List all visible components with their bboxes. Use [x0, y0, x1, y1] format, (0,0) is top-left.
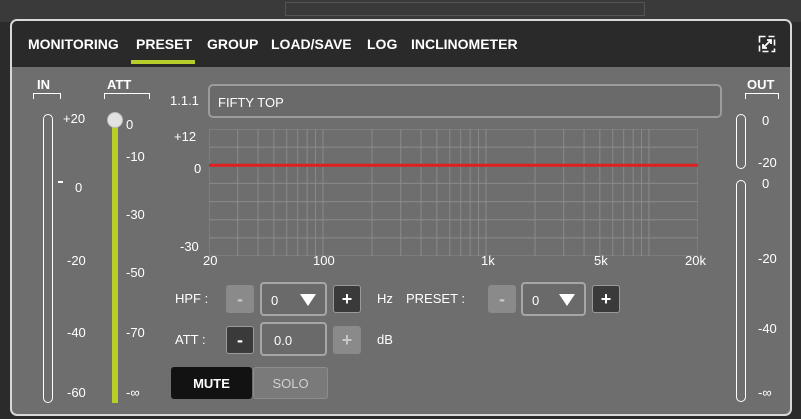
preset-decrease-button[interactable]: -: [488, 285, 516, 313]
hpf-decrease-button[interactable]: -: [226, 285, 254, 313]
in-scale-label: +20: [63, 111, 86, 126]
out-scale-label: -40: [758, 321, 777, 336]
att-increase-button[interactable]: +: [333, 326, 361, 354]
preset-label: PRESET :: [406, 291, 466, 306]
in-meter-title: IN: [37, 77, 50, 92]
att-label: ATT :: [175, 332, 206, 347]
preset-increase-button[interactable]: +: [592, 285, 620, 313]
att-scale-label: -50: [126, 265, 145, 280]
out-level-meter-lower: [736, 180, 746, 402]
att-scale-label: -10: [126, 149, 145, 164]
graph-y-label: 0: [194, 161, 202, 176]
hpf-unit: Hz: [377, 291, 393, 306]
tab-load-save[interactable]: LOAD/SAVE: [271, 36, 352, 52]
mute-button[interactable]: MUTE: [171, 367, 252, 399]
in-meter-zero-tick: [58, 181, 63, 183]
hpf-label: HPF :: [175, 291, 209, 306]
tab-inclinometer[interactable]: INCLINOMETER: [411, 36, 518, 52]
in-scale-label: -60: [67, 385, 86, 400]
channel-name: FIFTY TOP: [218, 95, 284, 110]
solo-button[interactable]: SOLO: [253, 367, 328, 399]
tab-monitoring[interactable]: MONITORING: [28, 36, 119, 52]
hpf-dropdown[interactable]: 0: [260, 282, 327, 316]
out-scale-label: -∞: [758, 385, 772, 400]
att-fader-bracket: [104, 93, 150, 99]
channel-name-field[interactable]: FIFTY TOP: [208, 84, 722, 118]
att-scale-label: -70: [126, 325, 145, 340]
tab-preset[interactable]: PRESET: [136, 36, 192, 52]
out-scale-label: 0: [762, 176, 770, 191]
in-scale-label: -40: [67, 325, 86, 340]
background-window-frame: [285, 2, 645, 16]
caret-down-icon: [300, 294, 316, 306]
att-scale-label: -∞: [126, 385, 140, 400]
tab-group[interactable]: GROUP: [207, 36, 258, 52]
in-meter-bracket: [33, 93, 61, 99]
hpf-value: 0: [271, 293, 279, 308]
in-level-meter: [43, 114, 53, 403]
graph-x-label: 20: [203, 253, 218, 268]
att-value: 0.0: [274, 333, 293, 348]
out-scale-label: 0: [762, 113, 770, 128]
out-scale-label: -20: [758, 155, 777, 170]
in-scale-label: 0: [75, 180, 83, 195]
graph-x-label: 100: [313, 253, 335, 268]
att-decrease-button[interactable]: -: [226, 326, 254, 354]
out-scale-label: -20: [758, 251, 777, 266]
out-level-meter-upper: [736, 114, 746, 169]
channel-id: 1.1.1: [170, 93, 199, 108]
graph-y-label: -30: [180, 239, 199, 254]
tab-log[interactable]: LOG: [367, 36, 397, 52]
att-scale-label: 0: [126, 117, 134, 132]
device-panel: MONITORING PRESET GROUP LOAD/SAVE LOG IN…: [10, 19, 792, 416]
in-scale-label: -20: [67, 253, 86, 268]
graph-x-label: 1k: [481, 253, 495, 268]
att-unit: dB: [377, 332, 393, 347]
graph-y-label: +12: [174, 129, 197, 144]
preset-value: 0: [532, 293, 540, 308]
caret-down-icon: [559, 294, 575, 306]
out-meter-title: OUT: [747, 77, 775, 92]
eq-response-graph: [209, 129, 698, 256]
active-tab-indicator: [131, 60, 195, 64]
att-fader-title: ATT: [107, 77, 132, 92]
att-fader-handle[interactable]: [107, 112, 123, 128]
out-meter-bracket: [745, 93, 779, 99]
tab-bar: MONITORING PRESET GROUP LOAD/SAVE LOG IN…: [12, 21, 790, 67]
hpf-increase-button[interactable]: +: [333, 285, 361, 313]
graph-x-label: 20k: [685, 253, 706, 268]
graph-x-label: 5k: [594, 253, 608, 268]
att-fader-track[interactable]: [112, 125, 118, 403]
preset-dropdown[interactable]: 0: [521, 282, 586, 316]
att-value-field[interactable]: 0.0: [260, 322, 327, 356]
expand-icon[interactable]: [758, 35, 776, 53]
att-scale-label: -30: [126, 207, 145, 222]
graph-grid: [209, 129, 698, 256]
